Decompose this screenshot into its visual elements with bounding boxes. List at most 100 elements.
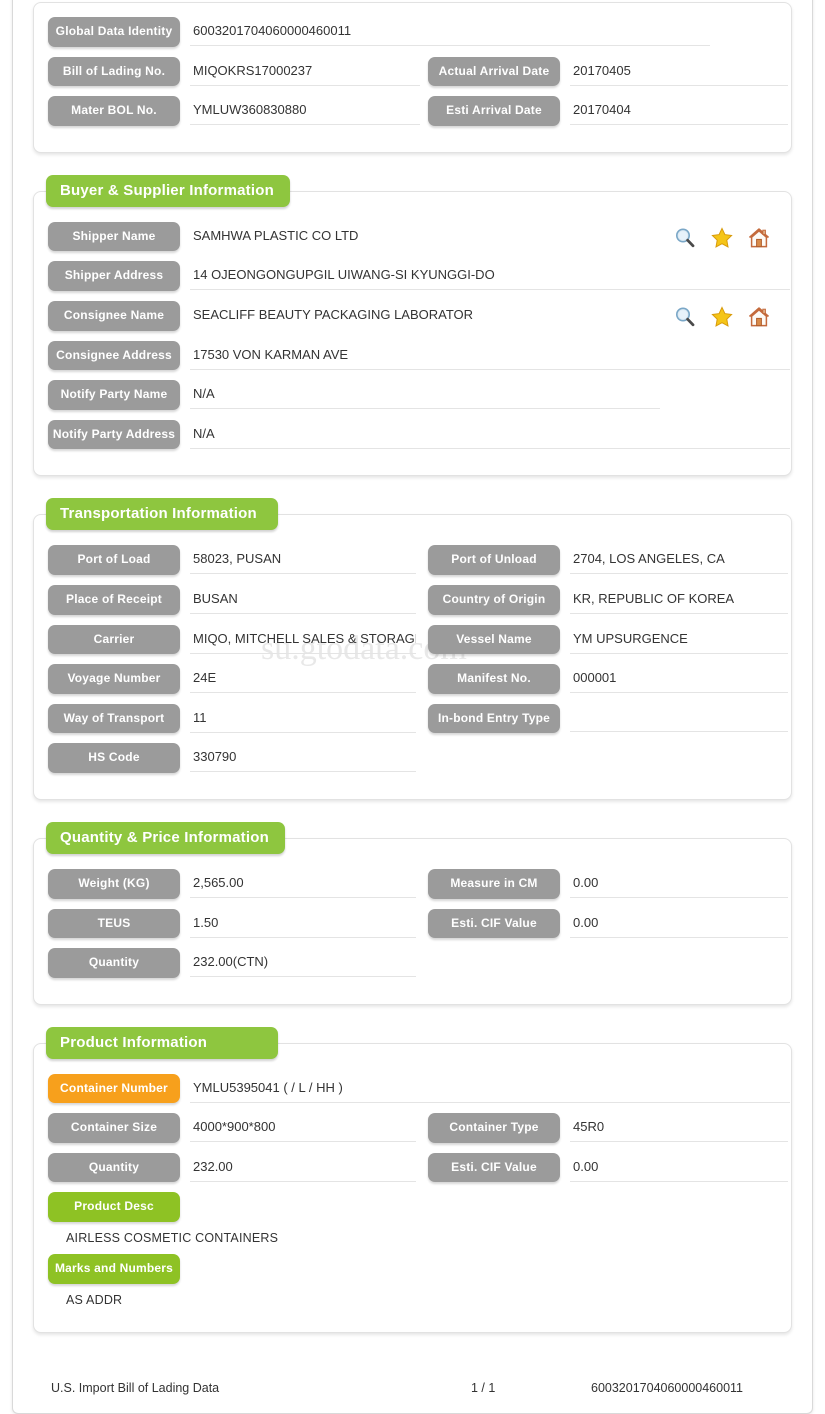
field-row-shipper-address: Shipper Address 14 OJEONGONGUPGIL UIWANG… [48,261,790,291]
label-consignee-address: Consignee Address [48,340,180,371]
section-title-product-information: Product Information [46,1026,278,1059]
field-row-master-bol: Mater BOL No. YMLUW360830880 Esti Arriva… [48,96,788,126]
star-icon[interactable] [710,226,734,250]
value-marks-and-numbers: AS ADDR [66,1292,123,1307]
label-esti-arrival-date: Esti Arrival Date [428,96,560,126]
value-voyage-number: 24E [190,664,416,694]
label-hs-code: HS Code [48,743,180,773]
label-notify-party-name: Notify Party Name [48,380,180,410]
label-actual-arrival-date: Actual Arrival Date [428,56,560,87]
value-esti-arrival-date: 20170404 [570,96,788,126]
value-esti-cif-value: 0.00 [570,909,788,938]
label-global-data-identity: Global Data Identity [48,17,180,47]
buyer-supplier-card: Buyer & Supplier Information Shipper Nam… [33,174,792,477]
label-shipper-address: Shipper Address [48,261,180,291]
section-title-quantity-price: Quantity & Price Information [46,821,285,854]
section-title-transportation: Transportation Information [46,498,278,531]
field-row-teus: TEUS 1.50 Esti. CIF Value 0.00 [48,908,788,939]
identity-card: Global Data Identity 6003201704060000460… [33,2,792,153]
field-row-marks-and-numbers: Marks and Numbers [48,1254,777,1284]
label-teus: TEUS [48,908,180,939]
value-bill-of-lading-no: MIQOKRS17000237 [190,57,420,86]
home-icon[interactable] [747,226,771,250]
field-row-global-data-identity: Global Data Identity 6003201704060000460… [48,17,777,47]
label-bill-of-lading-no: Bill of Lading No. [48,56,180,87]
value-product-quantity: 232.00 [190,1153,416,1182]
label-container-number[interactable]: Container Number [48,1073,180,1104]
field-row-carrier: Carrier MIQO, MITCHELL SALES & STORAGE I… [48,624,788,655]
field-row-shipper-name: Shipper Name SAMHWA PLASTIC CO LTD [48,221,777,252]
field-row-consignee-name: Consignee Name SEACLIFF BEAUTY PACKAGING… [48,300,777,331]
value-country-of-origin: KR, REPUBLIC OF KOREA [570,585,788,614]
value-port-of-load: 58023, PUSAN [190,545,416,575]
label-container-size: Container Size [48,1113,180,1143]
label-consignee-name: Consignee Name [48,300,180,331]
value-carrier: MIQO, MITCHELL SALES & STORAGE I [190,625,416,654]
field-row-bill-of-lading: Bill of Lading No. MIQOKRS17000237 Actua… [48,56,788,87]
footer-title: U.S. Import Bill of Lading Data [51,1380,220,1395]
label-shipper-name: Shipper Name [48,221,180,252]
section-title-buyer-supplier: Buyer & Supplier Information [46,174,290,207]
value-quantity: 232.00(CTN) [190,948,416,978]
value-container-type: 45R0 [570,1113,788,1143]
footer-record-id: 6003201704060000460011 [591,1380,744,1395]
field-row-voyage-number: Voyage Number 24E Manifest No. 000001 [48,664,788,694]
search-icon[interactable] [673,226,697,250]
label-marks-and-numbers[interactable]: Marks and Numbers [48,1254,180,1284]
value-actual-arrival-date: 20170405 [570,57,788,86]
label-product-quantity: Quantity [48,1152,180,1183]
label-inbond-entry-type: In-bond Entry Type [428,703,560,734]
label-country-of-origin: Country of Origin [428,584,560,615]
label-quantity: Quantity [48,948,180,978]
value-place-of-receipt: BUSAN [190,585,416,614]
document-page: su.gtodata.com Global Data Identity 6003… [12,0,813,1414]
label-container-type: Container Type [428,1113,560,1143]
label-mater-bol-no: Mater BOL No. [48,96,180,126]
label-measure-in-cm: Measure in CM [428,868,560,899]
quantity-price-card: Quantity & Price Information Weight (KG)… [33,821,792,1005]
label-notify-party-address: Notify Party Address [48,419,180,450]
value-notify-party-address: N/A [190,420,790,449]
label-product-esti-cif-value: Esti. CIF Value [428,1152,560,1183]
page-footer: U.S. Import Bill of Lading Data 1 / 1 60… [33,1359,792,1413]
value-consignee-name: SEACLIFF BEAUTY PACKAGING LABORATOR [193,306,474,322]
label-port-of-load: Port of Load [48,545,180,575]
label-port-of-unload: Port of Unload [428,545,560,575]
footer-page-number: 1 / 1 [471,1380,496,1395]
field-row-notify-party-name: Notify Party Name N/A [48,380,777,410]
value-way-of-transport: 11 [190,704,416,733]
field-row-product-desc: Product Desc [48,1192,777,1223]
field-row-weight: Weight (KG) 2,565.00 Measure in CM 0.00 [48,868,788,899]
value-notify-party-name: N/A [190,380,660,410]
field-row-product-quantity: Quantity 232.00 Esti. CIF Value 0.00 [48,1152,788,1183]
field-row-notify-party-address: Notify Party Address N/A [48,419,790,450]
value-weight-kg: 2,565.00 [190,869,416,898]
label-vessel-name: Vessel Name [428,624,560,655]
value-product-desc: AIRLESS COSMETIC CONTAINERS [66,1231,279,1246]
star-icon[interactable] [710,305,734,329]
consignee-actions [673,305,771,329]
value-consignee-address: 17530 VON KARMAN AVE [190,341,790,370]
home-icon[interactable] [747,305,771,329]
label-way-of-transport: Way of Transport [48,703,180,734]
value-product-esti-cif-value: 0.00 [570,1153,788,1182]
value-teus: 1.50 [190,909,416,938]
transportation-card: Transportation Information Port of Load … [33,498,792,800]
field-row-container-size: Container Size 4000*900*800 Container Ty… [48,1113,788,1143]
product-information-card: Product Information Container Number YML… [33,1026,792,1333]
label-place-of-receipt: Place of Receipt [48,584,180,615]
value-hs-code: 330790 [190,743,416,773]
search-icon[interactable] [673,305,697,329]
value-container-number: YMLU5395041 ( / L / HH ) [190,1074,790,1103]
label-product-desc[interactable]: Product Desc [48,1192,180,1223]
field-row-port-of-load: Port of Load 58023, PUSAN Port of Unload… [48,545,788,575]
value-shipper-name: SAMHWA PLASTIC CO LTD [193,227,359,243]
value-shipper-address: 14 OJEONGONGUPGIL UIWANG-SI KYUNGGI-DO [190,261,790,291]
label-weight-kg: Weight (KG) [48,868,180,899]
value-inbond-entry-type [570,704,788,732]
value-port-of-unload: 2704, LOS ANGELES, CA [570,545,788,575]
field-row-quantity: Quantity 232.00(CTN) [48,948,777,978]
field-row-place-of-receipt: Place of Receipt BUSAN Country of Origin… [48,584,788,615]
field-row-consignee-address: Consignee Address 17530 VON KARMAN AVE [48,340,790,371]
label-carrier: Carrier [48,624,180,655]
